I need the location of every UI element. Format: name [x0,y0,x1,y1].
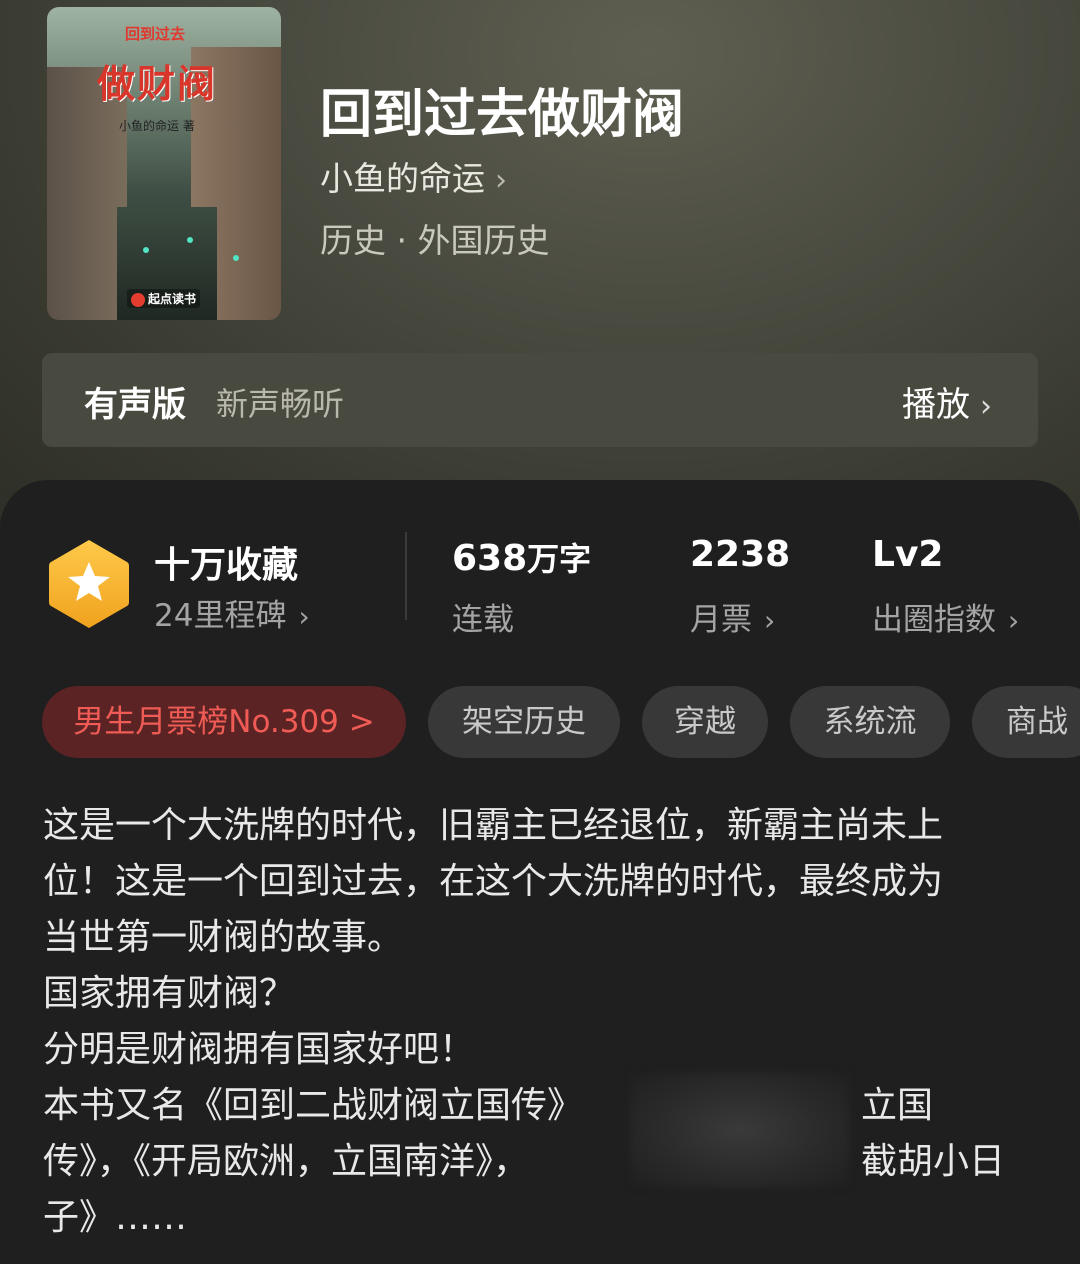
description-segment: 本书又名《回到二战财阀立国传》 [43,1085,584,1126]
audio-version-bar[interactable]: 有声版 新声畅听 播放 › [42,353,1038,447]
description-segment: 传》，《开局欧洲，立国南洋》， [43,1141,530,1182]
chevron-right-icon: › [298,600,310,633]
milestone-link[interactable]: 24里程碑 › [154,590,310,635]
description-line: 传》，《开局欧洲，立国南洋》， 截胡小日 [43,1134,1043,1190]
tag-business-war[interactable]: 商战 [972,686,1080,758]
word-count-unit: 万字 [527,540,592,578]
influence-index-label: 出圈指数 [872,602,996,638]
description-line: 子》…… [43,1197,188,1238]
influence-index-link[interactable]: 出圈指数 › [872,594,1019,639]
cover-author: 小鱼的命运 著 [119,119,195,133]
word-count-value: 638 [452,538,528,579]
audio-subtitle: 新声畅听 [216,385,345,423]
description-line: 本书又名《回到二战财阀立国传》 立国 [43,1078,1043,1134]
milestone-title: 十万收藏 [154,545,299,586]
cover-art-light [187,237,193,243]
book-description: 这是一个大洗牌的时代，旧霸主已经退位，新霸主尚未上 位！这是一个回到过去，在这个… [43,798,1043,1246]
cover-big-title: 做财阀 [97,62,218,106]
tag-rank[interactable]: 男生月票榜No.309 > [42,686,406,758]
star-badge-icon [49,540,129,628]
tag-system[interactable]: 系统流 [790,686,950,758]
cover-publisher: 起点读书 [148,292,197,306]
author-name: 小鱼的命运 [320,159,485,198]
cover-art-light [143,247,149,253]
monthly-votes-value: 2238 [690,534,791,575]
blurred-text-region [630,1072,850,1188]
description-line: 当世第一财阀的故事。 [43,917,404,958]
word-count: 638万字 [452,534,591,580]
chevron-right-icon: › [495,163,507,198]
milestone-sub: 24里程碑 [154,598,287,634]
description-segment: 立国 [861,1085,934,1126]
cover-art-light [233,255,239,261]
play-label: 播放 [902,385,970,425]
cover-small-title: 回到过去 [125,25,186,43]
description-line: 这是一个大洗牌的时代，旧霸主已经退位，新霸主尚未上 [43,805,944,846]
book-cover[interactable]: 回到过去 做财阀 小鱼的命运 著 起点读书 [47,7,281,320]
monthly-votes-label: 月票 [690,602,752,638]
tag-time-travel[interactable]: 穿越 [642,686,768,758]
cover-publisher-logo: 起点读书 [127,289,201,308]
genre-label: 历史 · 外国历史 [320,221,550,260]
play-button[interactable]: 播放 › [902,377,992,426]
author-link[interactable]: 小鱼的命运 › [320,152,507,200]
tag-alt-history[interactable]: 架空历史 [428,686,620,758]
chevron-right-icon: › [1008,604,1020,637]
stats-divider [405,532,407,620]
monthly-votes-link[interactable]: 月票 › [690,594,775,639]
chevron-right-icon: › [980,389,992,424]
description-line: 分明是财阀拥有国家好吧！ [43,1029,476,1070]
level-value: Lv2 [872,534,944,575]
book-title: 回到过去做财阀 [320,84,685,145]
chevron-right-icon: › [764,604,776,637]
audio-label: 有声版 [84,385,186,425]
serial-status: 连载 [452,602,514,638]
description-line: 位！这是一个回到过去，在这个大洗牌的时代，最终成为 [43,861,944,902]
publisher-logo-icon [131,292,145,307]
description-segment: 截胡小日 [861,1141,1006,1182]
description-line: 国家拥有财阀？ [43,973,296,1014]
